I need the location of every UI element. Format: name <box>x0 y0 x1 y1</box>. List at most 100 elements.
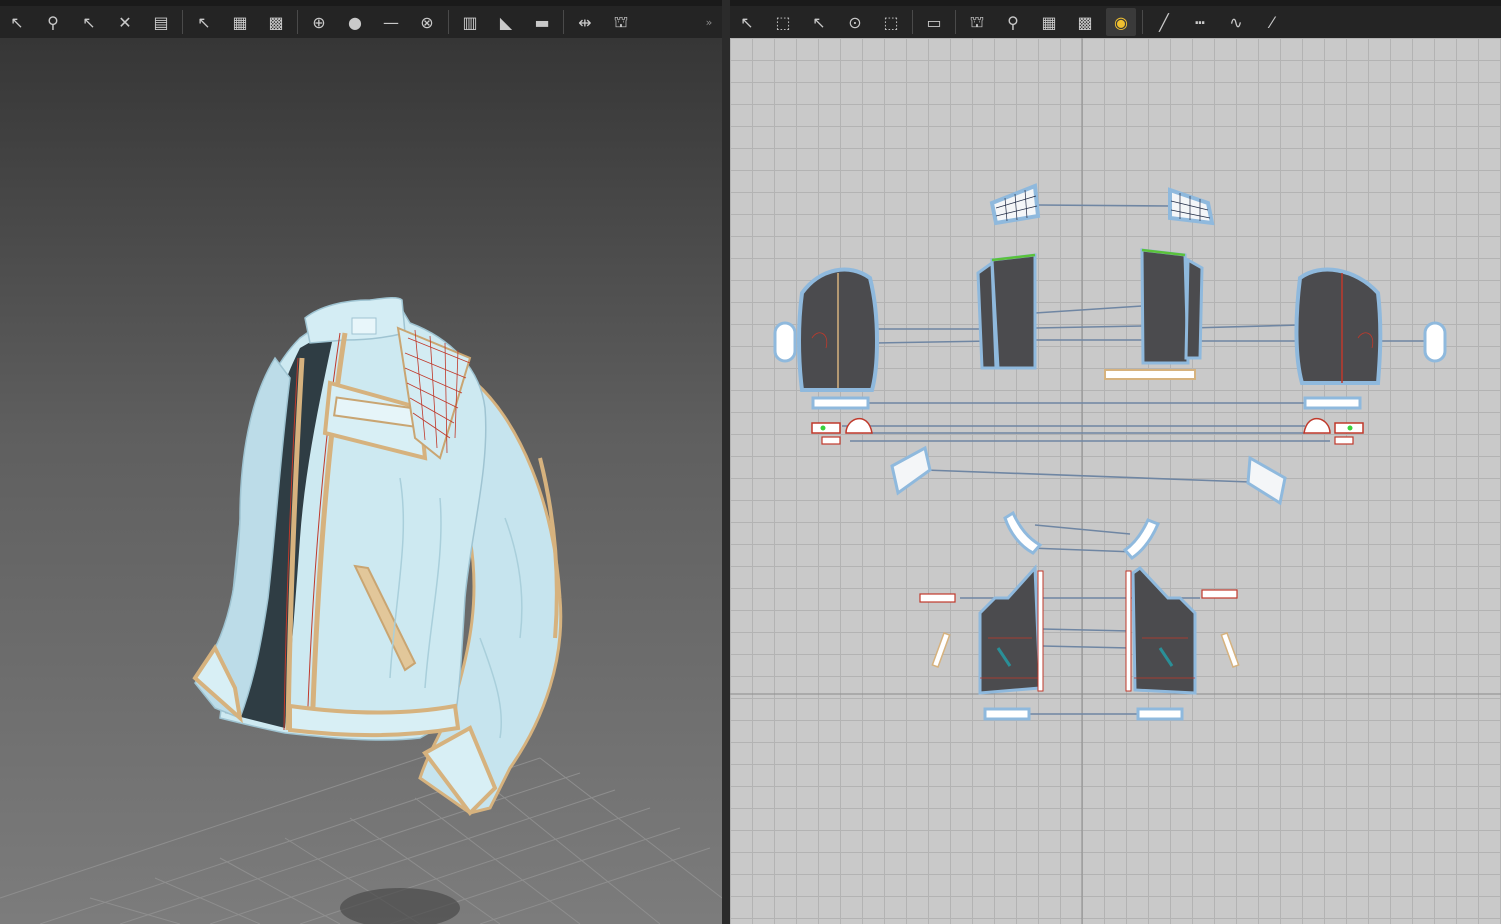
pattern-collar-right[interactable] <box>1122 518 1160 560</box>
topstitch-tool-button[interactable]: ▦ <box>225 8 255 36</box>
transform-pattern-tool-button[interactable]: ⬚ <box>768 8 798 36</box>
select-mesh-tool-button[interactable]: ↖ <box>2 8 32 36</box>
pattern-strip-center[interactable] <box>1104 369 1196 380</box>
jacket-3d-model[interactable] <box>192 296 563 817</box>
fabric-tool-button[interactable]: ▩ <box>261 8 291 36</box>
pattern-strip-right[interactable] <box>1303 396 1362 410</box>
toolbar-separator <box>448 10 449 34</box>
viewport-3d-canvas[interactable] <box>0 38 722 924</box>
pin-tool-icon: ⚲ <box>47 12 59 32</box>
cut-pattern-tool-button[interactable]: ⬚ <box>876 8 906 36</box>
pattern-slant-right[interactable] <box>1220 632 1240 668</box>
pattern-hem-left[interactable] <box>983 707 1031 721</box>
pattern-zip-strip-left[interactable] <box>1037 570 1044 692</box>
pattern-quilted-yoke-right[interactable] <box>1168 187 1215 226</box>
fold-tool-icon: ✕ <box>118 12 132 32</box>
pattern-tab-left[interactable] <box>811 422 841 434</box>
measure-tool-button[interactable]: ▥ <box>455 8 485 36</box>
curve-line-tool-icon: ∿ <box>1229 12 1243 32</box>
pin-2d-tool-icon: ◉ <box>1114 12 1128 32</box>
puckering-tool-button[interactable]: ◣ <box>491 8 521 36</box>
view-divider[interactable] <box>722 0 730 924</box>
pattern-hem-right[interactable] <box>1136 707 1184 721</box>
pattern-zip-strip-right[interactable] <box>1125 570 1132 692</box>
measure-tool-icon: ▥ <box>462 12 478 32</box>
pattern-dome-left[interactable] <box>845 418 873 434</box>
toolbar-separator <box>563 10 564 34</box>
pattern-pieces <box>773 183 1447 721</box>
fabric-2d-tool-button[interactable]: ▩ <box>1070 8 1100 36</box>
viewport-2d-pattern[interactable] <box>730 38 1501 924</box>
pattern-side-panel-right-a[interactable] <box>1140 248 1190 365</box>
toolbar-separator <box>955 10 956 34</box>
transform-pattern-tool-icon: ↖ <box>82 12 96 32</box>
zipper-tool-button[interactable]: ⊗ <box>412 8 442 36</box>
edit-curvature-tool-button[interactable]: ↖ <box>804 8 834 36</box>
sew-tool-button[interactable]: ↖ <box>189 8 219 36</box>
internal-seam-lines <box>811 332 1374 679</box>
zipper-tool-icon: ⊗ <box>420 12 434 32</box>
puckering-tool-icon: ◣ <box>499 12 513 32</box>
dashed-line-tool-icon: ┅ <box>1195 12 1205 32</box>
pattern-sleeve-right[interactable] <box>1294 267 1383 385</box>
pattern-small-left[interactable] <box>821 436 841 445</box>
tab-marker-right <box>1347 425 1353 431</box>
segment-sewing-tool-button[interactable]: ⛫ <box>962 8 992 36</box>
pattern-cuff-oval-left[interactable] <box>773 321 797 363</box>
buttonhole-tool-icon: ● <box>348 12 362 32</box>
line-tool-button[interactable]: — <box>376 8 406 36</box>
pattern-side-panel-left-b[interactable] <box>990 253 1037 370</box>
add-point-tool-icon: ⊙ <box>848 12 862 32</box>
dashed-line-tool-button[interactable]: ┅ <box>1185 8 1215 36</box>
add-point-tool-button[interactable]: ⊙ <box>840 8 870 36</box>
tape-tool-button[interactable]: ▬ <box>527 8 557 36</box>
pattern-quilted-elbow-right[interactable] <box>1246 455 1287 506</box>
internal-line-tool-button[interactable]: ╱ <box>1149 8 1179 36</box>
pattern-side-panel-right-b[interactable] <box>1184 257 1204 360</box>
pin-2d-tool-button[interactable]: ◉ <box>1106 8 1136 36</box>
toolbar-3d: ↖ ⚲ ↖ ✕ ▤ ↖ ▦ ▩ ⊕ ● — ⊗ ▥ ◣ ▬ ⇹ ⛫ » <box>0 0 722 38</box>
free-sewing-tool-icon: ⚲ <box>1007 12 1019 32</box>
pattern-front-left[interactable] <box>978 564 1042 695</box>
shrink-tool-icon: ⇹ <box>578 12 592 32</box>
fabric-2d-tool-icon: ▩ <box>1077 12 1093 32</box>
iron-tool-button[interactable]: ▭ <box>919 8 949 36</box>
free-sewing-tool-button[interactable]: ⚲ <box>998 8 1028 36</box>
baseline-tool-button[interactable]: ⁄ <box>1257 8 1287 36</box>
button-tool-icon: ⊕ <box>312 12 326 32</box>
collar-tab <box>351 317 377 335</box>
button-tool-button[interactable]: ⊕ <box>304 8 334 36</box>
curve-line-tool-button[interactable]: ∿ <box>1221 8 1251 36</box>
pattern-collar-left[interactable] <box>1003 510 1043 555</box>
pattern-strip-left[interactable] <box>811 396 870 410</box>
pattern-quilted-elbow-left[interactable] <box>890 445 932 496</box>
avatar-shadow <box>340 888 460 924</box>
toolbar-3d-row: ↖ ⚲ ↖ ✕ ▤ ↖ ▦ ▩ ⊕ ● — ⊗ ▥ ◣ ▬ ⇹ ⛫ » <box>0 6 722 38</box>
pattern-pocket-bar-right[interactable] <box>1201 589 1238 599</box>
pattern-pocket-bar-left[interactable] <box>919 593 956 603</box>
garment-fitting-tool-icon: ▤ <box>153 12 169 32</box>
pattern-quilted-yoke-left[interactable] <box>989 183 1041 226</box>
shrink-tool-button[interactable]: ⇹ <box>570 8 600 36</box>
topstitch-2d-tool-button[interactable]: ▦ <box>1034 8 1064 36</box>
pin-tool-button[interactable]: ⚲ <box>38 8 68 36</box>
select-mesh-tool-icon: ↖ <box>10 12 24 32</box>
edit-pattern-tool-button[interactable]: ↖ <box>732 8 762 36</box>
pattern-slant-left[interactable] <box>931 632 951 668</box>
sew-tool-icon: ↖ <box>197 12 211 32</box>
toolbar-overflow-button[interactable]: » <box>702 8 716 36</box>
toolbar-separator <box>182 10 183 34</box>
transform-pattern-tool-button[interactable]: ↖ <box>74 8 104 36</box>
garment-fitting-tool-button[interactable]: ▤ <box>146 8 176 36</box>
viewport-3d[interactable] <box>0 38 722 924</box>
buttonhole-tool-button[interactable]: ● <box>340 8 370 36</box>
pattern-front-right[interactable] <box>1131 566 1197 695</box>
pattern-dome-right[interactable] <box>1303 418 1331 434</box>
topstitch-2d-tool-icon: ▦ <box>1041 12 1057 32</box>
fold-tool-button[interactable]: ✕ <box>110 8 140 36</box>
cut-pattern-tool-icon: ⬚ <box>883 12 899 32</box>
pattern-small-right[interactable] <box>1334 436 1354 445</box>
pattern-cuff-oval-right[interactable] <box>1423 321 1447 363</box>
pattern-canvas[interactable] <box>730 38 1501 924</box>
avatar-tool-button[interactable]: ⛫ <box>606 8 636 36</box>
